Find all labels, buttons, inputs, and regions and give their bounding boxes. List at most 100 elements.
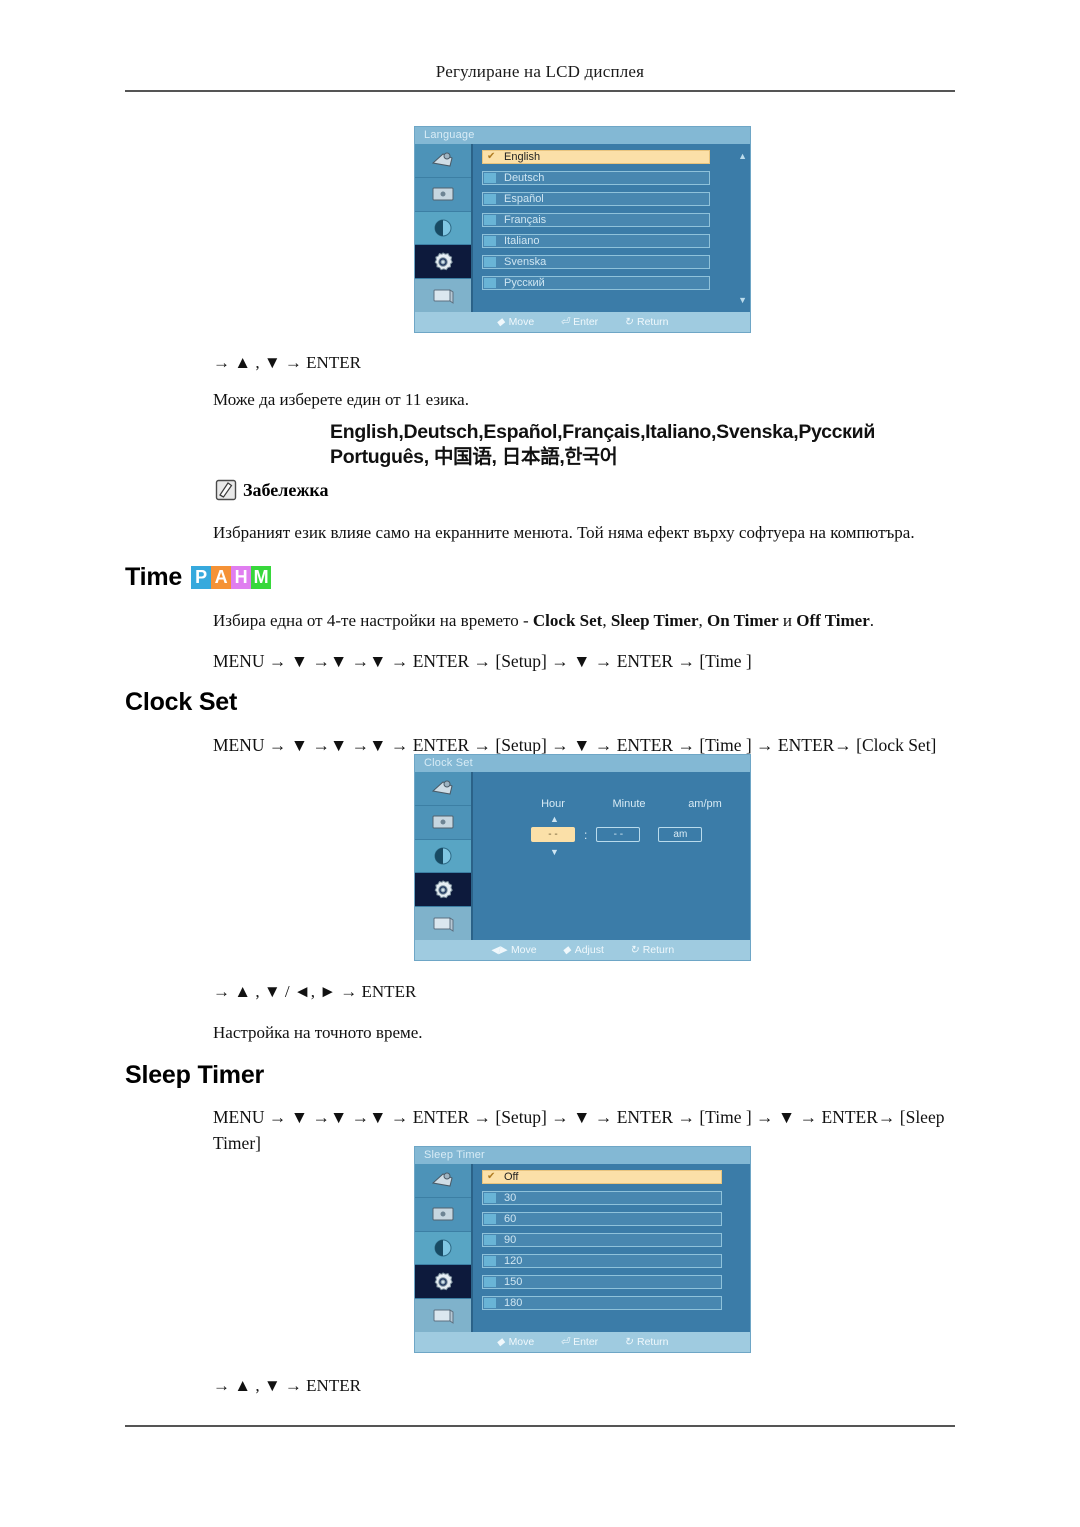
- screen-adjust-icon[interactable]: [415, 805, 471, 840]
- list-item[interactable]: 150: [482, 1275, 722, 1289]
- osd-sidebar: [415, 1164, 473, 1332]
- list-item-label: Deutsch: [504, 172, 545, 184]
- ampm-field[interactable]: am: [658, 827, 703, 842]
- screen-adjust-icon[interactable]: [415, 1197, 471, 1232]
- list-item[interactable]: 30: [482, 1191, 722, 1205]
- footer-move-label: Move: [508, 1336, 535, 1348]
- move-lr-icon: ◀▶: [490, 944, 507, 956]
- note-block: Забележка: [215, 479, 329, 501]
- clock-set-keys: → ▲ , ▼ / ◄, ► → ENTER: [213, 982, 417, 1001]
- color-icon[interactable]: [415, 1231, 471, 1266]
- clock-set-description: Настройка на точното време.: [213, 1023, 423, 1042]
- footer-rule: [125, 1425, 955, 1427]
- list-item[interactable]: 90: [482, 1233, 722, 1247]
- footer-return-label: Return: [636, 316, 669, 328]
- enter-icon: ⏎: [560, 1336, 570, 1348]
- list-item-label: 120: [504, 1255, 523, 1267]
- list-item-label: 60: [504, 1213, 517, 1225]
- list-item[interactable]: Français: [482, 213, 710, 227]
- sleep-timer-osd-panel: Sleep Timer ✔ Off 30 60 90 120 150 180 ◆…: [415, 1147, 750, 1352]
- list-item[interactable]: ✔ Off: [482, 1170, 722, 1184]
- list-item-label: Italiano: [504, 235, 540, 247]
- list-item-label: 90: [504, 1234, 517, 1246]
- list-item[interactable]: ✔ English: [482, 150, 710, 164]
- osd-sidebar: [415, 144, 473, 312]
- clock-set-fields: Hour Minute am/pm ▲ ▼ - - : - - am: [473, 772, 750, 940]
- list-item[interactable]: 120: [482, 1254, 722, 1268]
- list-item[interactable]: Español: [482, 192, 710, 206]
- clock-set-column-labels: Hour Minute am/pm: [531, 798, 727, 810]
- scroll-down-icon[interactable]: ▼: [738, 296, 747, 305]
- language-osd-panel: Language ▲ ▼ ✔ English Deutsch Español F…: [415, 127, 750, 332]
- picture-icon[interactable]: [415, 1164, 471, 1198]
- time-item-sleep-timer: Sleep Timer: [610, 611, 699, 630]
- row-chip: [484, 1235, 496, 1245]
- clock-set-inputs: - - : - - am: [531, 827, 703, 842]
- list-item[interactable]: Italiano: [482, 234, 710, 248]
- move-icon: ◆: [496, 1336, 505, 1348]
- footer-return-label: Return: [642, 944, 675, 956]
- enter-icon: ⏎: [560, 316, 570, 328]
- multi-control-icon[interactable]: [415, 1299, 471, 1332]
- time-description: Избира една от 4-те настройки на времето…: [213, 611, 875, 630]
- language-list: ▲ ▼ ✔ English Deutsch Español Français It…: [473, 144, 750, 312]
- footer-move: ◆ Move: [496, 1332, 534, 1352]
- list-item-label: Svenska: [504, 256, 547, 268]
- footer-move: ◀▶ Move: [491, 940, 537, 960]
- footer-enter: ⏎ Enter: [560, 1332, 598, 1352]
- row-chip: [484, 1193, 496, 1203]
- label-ampm: am/pm: [688, 798, 722, 810]
- osd-body: ▲ ▼ ✔ English Deutsch Español Français It…: [415, 144, 750, 312]
- check-icon: ✔: [487, 151, 496, 162]
- move-icon: ◆: [496, 316, 505, 328]
- page-title-time: Time: [125, 563, 183, 591]
- list-item[interactable]: Русский: [482, 276, 710, 290]
- setup-icon[interactable]: [415, 1265, 471, 1300]
- time-item-on-timer: On Timer: [707, 611, 779, 630]
- row-chip: [484, 257, 496, 267]
- badge-m: M: [251, 566, 272, 589]
- time-separator: :: [584, 827, 588, 842]
- page-title-sleep-timer: Sleep Timer: [125, 1061, 265, 1089]
- list-item[interactable]: Deutsch: [482, 171, 710, 185]
- language-list-graphic: English,Deutsch,Español,Français,Italian…: [330, 420, 875, 470]
- osd-title-language: Language: [415, 127, 750, 144]
- osd-footer: ◆ Move ⏎ Enter ↻ Return: [415, 1332, 750, 1352]
- scroll-up-icon[interactable]: ▲: [738, 152, 747, 161]
- time-heading-block: Time P A H M: [125, 563, 272, 592]
- time-item-off-timer: Off Timer: [796, 611, 870, 630]
- row-chip: [484, 194, 496, 204]
- badge-p: P: [191, 566, 212, 589]
- hour-field[interactable]: - -: [531, 827, 575, 842]
- time-menu-path: MENU → ▼ →▼ →▼ → ENTER → [Setup] → ▼ → E…: [213, 651, 752, 671]
- color-icon[interactable]: [415, 839, 471, 874]
- picture-icon[interactable]: [415, 772, 471, 806]
- footer-move-label: Move: [508, 316, 535, 328]
- time-description-conj: и: [778, 611, 797, 630]
- footer-return-label: Return: [636, 1336, 669, 1348]
- list-item-label: Off: [504, 1171, 519, 1183]
- note-pencil-icon: [215, 479, 237, 501]
- multi-control-icon[interactable]: [415, 907, 471, 940]
- return-icon: ↻: [624, 316, 633, 328]
- setup-icon[interactable]: [415, 873, 471, 908]
- list-item[interactable]: 60: [482, 1212, 722, 1226]
- footer-enter: ⏎ Enter: [560, 312, 598, 332]
- clock-set-osd-panel: Clock Set Hour Minute am/pm ▲ ▼ - -: - …: [415, 755, 750, 960]
- list-item[interactable]: 180: [482, 1296, 722, 1310]
- screen-adjust-icon[interactable]: [415, 177, 471, 212]
- minute-field[interactable]: - -: [596, 827, 641, 842]
- check-icon: ✔: [487, 1171, 496, 1182]
- list-item-label: Français: [504, 214, 547, 226]
- list-item[interactable]: Svenska: [482, 255, 710, 269]
- hour-up-arrow-icon[interactable]: ▲: [550, 815, 559, 824]
- sleep-timer-list: ✔ Off 30 60 90 120 150 180: [473, 1164, 750, 1332]
- footer-return: ↻ Return: [630, 940, 674, 960]
- multi-control-icon[interactable]: [415, 279, 471, 312]
- color-icon[interactable]: [415, 211, 471, 246]
- hour-down-arrow-icon[interactable]: ▼: [550, 848, 559, 857]
- picture-icon[interactable]: [415, 144, 471, 178]
- osd-sidebar: [415, 772, 473, 940]
- return-icon: ↻: [629, 944, 639, 956]
- setup-icon[interactable]: [415, 245, 471, 280]
